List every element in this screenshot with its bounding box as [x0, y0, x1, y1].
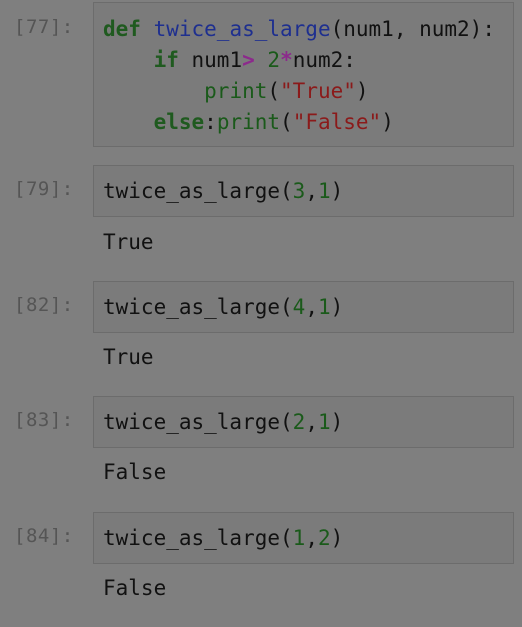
cell-prompt: [82]:: [14, 294, 74, 316]
code-input[interactable]: twice_as_large(1,2): [93, 512, 514, 564]
code-token: >: [242, 48, 255, 72]
code-token: "True": [280, 79, 356, 103]
cell-output: True: [103, 230, 154, 254]
code-line: else:print("False"): [103, 108, 394, 136]
code-line: twice_as_large(3,1): [103, 177, 343, 205]
code-line: if num1> 2*num2:: [103, 46, 356, 74]
code-token: ): [330, 295, 344, 319]
code-token: 2: [292, 410, 306, 434]
notebook: [77]: def twice_as_large(num1, num2): if…: [0, 0, 522, 627]
cell-output: True: [103, 345, 154, 369]
code-token: num2:: [292, 48, 356, 72]
cell-prompt: [84]:: [14, 525, 74, 547]
code-token: else: [153, 110, 205, 134]
code-token: ,: [305, 526, 318, 550]
code-token: ): [330, 526, 344, 550]
code-token: ): [330, 410, 344, 434]
cell-prompt: [83]:: [14, 409, 74, 431]
code-cell-82: [82]: twice_as_large(4,1) True: [0, 279, 522, 379]
code-token: ): [381, 110, 394, 134]
code-token: 1: [317, 295, 331, 319]
code-token: 4: [292, 295, 306, 319]
code-cell-77: [77]: def twice_as_large(num1, num2): if…: [0, 0, 522, 150]
code-line: twice_as_large(4,1): [103, 293, 343, 321]
code-line: twice_as_large(1,2): [103, 524, 343, 552]
code-token: 2: [317, 526, 331, 550]
cell-output: False: [103, 460, 167, 484]
code-token: twice_as_large(: [103, 526, 293, 550]
code-input[interactable]: twice_as_large(3,1): [93, 165, 514, 217]
code-input[interactable]: def twice_as_large(num1, num2): if num1>…: [93, 2, 514, 147]
code-token: ): [355, 79, 369, 103]
code-line: print("True"): [103, 77, 369, 105]
code-cell-83: [83]: twice_as_large(2,1) False: [0, 394, 522, 494]
code-token: 1: [317, 410, 331, 434]
code-input[interactable]: twice_as_large(2,1): [93, 396, 514, 448]
code-token: (: [280, 110, 293, 134]
code-token: ,: [305, 179, 318, 203]
code-token: *: [280, 48, 293, 72]
code-token: :: [204, 110, 217, 134]
cell-prompt: [77]:: [14, 16, 74, 38]
code-token: twice_as_large(: [103, 179, 293, 203]
code-token: 1: [292, 526, 306, 550]
code-token: print: [216, 110, 281, 134]
code-input[interactable]: twice_as_large(4,1): [93, 281, 514, 333]
code-token: print: [204, 79, 268, 103]
code-token: 2: [267, 48, 281, 72]
code-token: (num1, num2):: [330, 17, 495, 41]
code-token: 1: [317, 179, 331, 203]
cell-output: False: [103, 576, 167, 600]
code-line: def twice_as_large(num1, num2):: [103, 15, 495, 43]
code-line: twice_as_large(2,1): [103, 408, 343, 436]
code-token: twice_as_large(: [103, 295, 293, 319]
cell-prompt: [79]:: [14, 178, 74, 200]
code-token: def: [103, 17, 141, 41]
code-token: 3: [292, 179, 306, 203]
code-cell-84: [84]: twice_as_large(1,2) False: [0, 510, 522, 610]
code-token: (: [267, 79, 281, 103]
code-token: "False": [292, 110, 382, 134]
code-cell-79: [79]: twice_as_large(3,1) True: [0, 163, 522, 263]
code-token: ): [330, 179, 344, 203]
code-token: ,: [305, 410, 318, 434]
code-token: num1: [178, 48, 243, 72]
code-token: twice_as_large: [153, 17, 331, 41]
code-token: if: [153, 48, 179, 72]
code-token: ,: [305, 295, 318, 319]
code-token: twice_as_large(: [103, 410, 293, 434]
